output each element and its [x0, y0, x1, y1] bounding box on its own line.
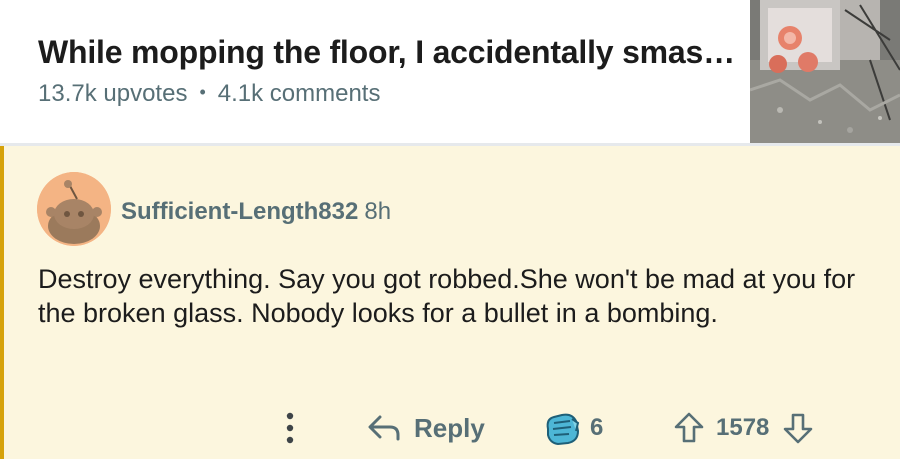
post-title[interactable]: While mopping the floor, I accidentally …: [38, 34, 735, 71]
reply-arrow-icon: [368, 415, 400, 441]
post-thumbnail[interactable]: [750, 0, 900, 143]
meta-separator: •: [199, 82, 206, 102]
downvote-arrow-icon[interactable]: [781, 411, 815, 445]
avatar[interactable]: [37, 172, 111, 246]
comment-author[interactable]: Sufficient-Length832: [121, 198, 358, 225]
post-header[interactable]: While mopping the floor, I accidentally …: [0, 0, 900, 145]
upvote-count: 13.7k upvotes: [38, 80, 188, 107]
comment-age: 8h: [364, 198, 392, 225]
comment-body: Destroy everything. Say you got robbed.S…: [38, 264, 856, 328]
reply-label: Reply: [414, 412, 485, 443]
comment-author-line: Sufficient-Length832 8h: [121, 198, 391, 226]
more-options-icon: [286, 412, 294, 444]
upvote-arrow-icon[interactable]: [672, 411, 706, 445]
award-icon: [546, 413, 580, 446]
award-count: 6: [590, 414, 604, 441]
comment-actions: Reply 6 1578: [0, 404, 900, 454]
award-button[interactable]: 6: [542, 408, 603, 448]
reply-button[interactable]: Reply: [366, 408, 485, 448]
comment-count: 4.1k comments: [217, 80, 381, 107]
post-meta: 13.7k upvotes • 4.1k comments: [38, 80, 380, 108]
comment: Sufficient-Length832 8h Destroy everythin…: [0, 146, 900, 459]
vote-count: 1578: [716, 414, 770, 441]
vote-group: 1578: [672, 408, 815, 448]
more-options-button[interactable]: [280, 408, 300, 448]
